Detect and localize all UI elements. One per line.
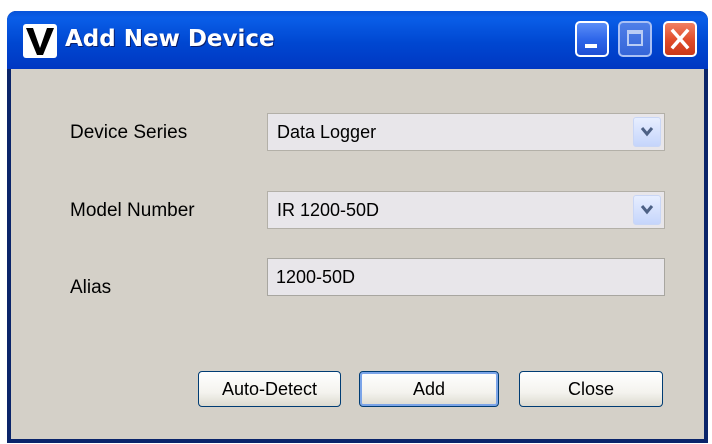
window-title: Add New Device bbox=[65, 26, 275, 52]
minimize-icon bbox=[585, 44, 597, 48]
close-button[interactable]: Close bbox=[519, 371, 663, 407]
device-series-select[interactable]: Data Logger bbox=[267, 113, 665, 151]
alias-input[interactable]: 1200-50D bbox=[267, 258, 665, 296]
maximize-button[interactable] bbox=[618, 21, 652, 57]
device-series-dropdown-button[interactable] bbox=[633, 117, 661, 147]
maximize-icon bbox=[627, 30, 643, 46]
add-button[interactable]: Add bbox=[359, 371, 499, 407]
title-bar[interactable]: Add New Device bbox=[7, 11, 708, 69]
add-device-window: Add New Device Device Series Data Logger… bbox=[7, 11, 708, 443]
alias-value: 1200-50D bbox=[276, 267, 356, 287]
device-series-value: Data Logger bbox=[277, 122, 377, 142]
chevron-down-icon bbox=[640, 205, 654, 215]
close-window-button[interactable] bbox=[663, 21, 697, 57]
chevron-down-icon bbox=[640, 127, 654, 137]
dialog-body: Device Series Data Logger Model Number I… bbox=[11, 69, 704, 439]
app-v-logo-icon bbox=[23, 24, 57, 58]
device-series-label: Device Series bbox=[70, 122, 188, 143]
model-number-dropdown-button[interactable] bbox=[633, 195, 661, 225]
model-number-select[interactable]: IR 1200-50D bbox=[267, 191, 665, 229]
auto-detect-button[interactable]: Auto-Detect bbox=[198, 371, 341, 407]
minimize-button[interactable] bbox=[575, 21, 609, 57]
close-icon bbox=[670, 28, 690, 50]
model-number-label: Model Number bbox=[70, 200, 195, 221]
alias-label: Alias bbox=[70, 277, 112, 298]
model-number-value: IR 1200-50D bbox=[277, 200, 380, 220]
